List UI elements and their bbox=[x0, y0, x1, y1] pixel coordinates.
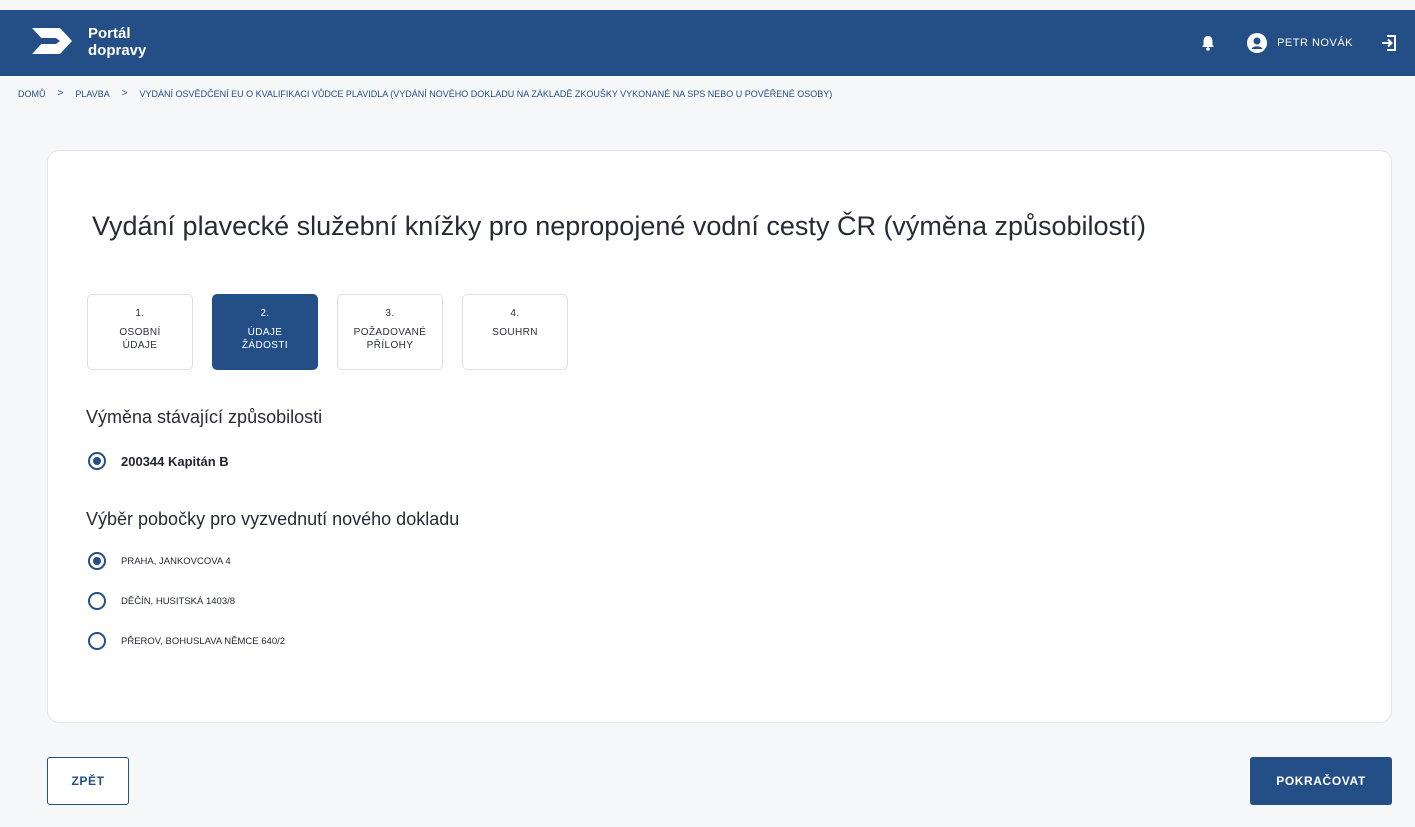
logo-text-line1: Portál bbox=[88, 25, 131, 42]
section-title-branch: Výběr pobočky pro vyzvednutí nového dokl… bbox=[86, 509, 460, 529]
back-button[interactable]: ZPĚT bbox=[47, 757, 129, 805]
step-label: SOUHRN bbox=[492, 327, 538, 338]
user-area: PETR NOVÁK bbox=[1199, 10, 1399, 76]
radio-qualification[interactable]: 200344 Kapitán B bbox=[88, 452, 229, 470]
user-avatar-icon[interactable] bbox=[1247, 33, 1268, 53]
radio-selected-icon[interactable] bbox=[88, 552, 106, 570]
step-attachments[interactable]: 3. POŽADOVANÉ PŘÍLOHY bbox=[337, 294, 443, 370]
step-number: 3. bbox=[385, 308, 395, 319]
stepper: 1. OSOBNÍ ÚDAJE 2. ÚDAJE ŽÁDOSTI 3. POŽA… bbox=[87, 294, 587, 370]
breadcrumb-separator-icon: > bbox=[57, 88, 64, 99]
step-number: 2. bbox=[260, 308, 270, 319]
radio-selected-icon[interactable] bbox=[88, 452, 106, 470]
top-navigation-bar: Portál dopravy PETR NOVÁK bbox=[0, 10, 1415, 76]
radio-label: DĚČÍN, HUSITSKÁ 1403/8 bbox=[121, 595, 236, 607]
continue-button[interactable]: POKRAČOVAT bbox=[1250, 757, 1392, 805]
step-label: ÚDAJE ŽÁDOSTI bbox=[241, 327, 289, 351]
logo-arrow-icon[interactable] bbox=[30, 24, 74, 58]
radio-label: PRAHA, JANKOVCOVA 4 bbox=[121, 555, 231, 567]
step-summary[interactable]: 4. SOUHRN bbox=[462, 294, 568, 370]
logout-icon[interactable] bbox=[1379, 33, 1399, 53]
radio-unselected-icon[interactable] bbox=[88, 592, 106, 610]
radio-branch-prerov[interactable]: PŘEROV, BOHUSLAVA NĚMCE 640/2 bbox=[88, 632, 285, 650]
bell-icon[interactable] bbox=[1199, 34, 1217, 52]
step-label: POŽADOVANÉ PŘÍLOHY bbox=[353, 327, 427, 351]
step-label: OSOBNÍ ÚDAJE bbox=[119, 327, 161, 351]
step-number: 1. bbox=[135, 308, 145, 319]
user-name[interactable]: PETR NOVÁK bbox=[1277, 37, 1353, 49]
radio-unselected-icon[interactable] bbox=[88, 632, 106, 650]
section-title-qualification: Výměna stávající způsobilosti bbox=[86, 407, 323, 427]
portal-logo-text[interactable]: Portál dopravy bbox=[88, 25, 146, 59]
radio-branch-decin[interactable]: DĚČÍN, HUSITSKÁ 1403/8 bbox=[88, 592, 235, 610]
radio-label: PŘEROV, BOHUSLAVA NĚMCE 640/2 bbox=[121, 635, 286, 647]
radio-label: 200344 Kapitán B bbox=[121, 453, 229, 469]
breadcrumb-current: VYDÁNÍ OSVĚDČENÍ EU O KVALIFIKACI VŮDCE … bbox=[139, 88, 833, 99]
step-personal-data[interactable]: 1. OSOBNÍ ÚDAJE bbox=[87, 294, 193, 370]
step-number: 4. bbox=[510, 308, 520, 319]
page-title: Vydání plavecké služební knížky pro nepr… bbox=[92, 211, 1147, 241]
logo-text-line2: dopravy bbox=[88, 42, 147, 59]
breadcrumb-home[interactable]: DOMŮ bbox=[18, 89, 46, 99]
form-card: Vydání plavecké služební knížky pro nepr… bbox=[47, 150, 1392, 723]
breadcrumb: DOMŮ > PLAVBA > VYDÁNÍ OSVĚDČENÍ EU O KV… bbox=[18, 88, 832, 99]
breadcrumb-separator-icon: > bbox=[121, 88, 128, 99]
breadcrumb-plavba[interactable]: PLAVBA bbox=[75, 89, 109, 99]
step-request-data[interactable]: 2. ÚDAJE ŽÁDOSTI bbox=[212, 294, 318, 370]
radio-branch-praha[interactable]: PRAHA, JANKOVCOVA 4 bbox=[88, 552, 231, 570]
